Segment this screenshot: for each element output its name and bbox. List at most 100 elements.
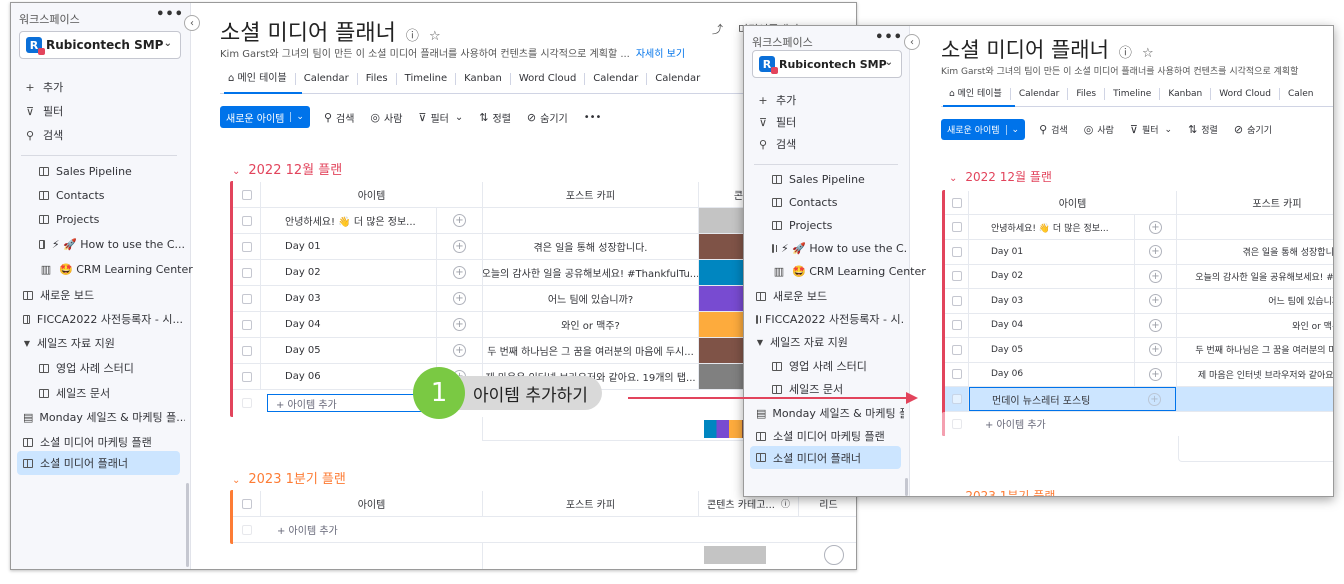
sidebar-item-case-study[interactable]: 영업 사례 스터디 xyxy=(772,358,867,374)
sidebar-item-new-board[interactable]: 새로운 보드 xyxy=(756,288,827,304)
post-copy-cell[interactable]: 오늘의 감사한 일을 공유해보세요! #ThankfulTu... xyxy=(483,260,699,285)
row-checkbox[interactable] xyxy=(241,319,252,330)
new-item-name[interactable]: 먼데이 뉴스레터 포스팅 + xyxy=(969,387,1176,411)
sidebar-scrollbar[interactable] xyxy=(186,483,189,567)
table-row[interactable]: 안녕하세요! 👋 더 많은 정보... + xyxy=(945,215,1333,240)
item-name[interactable]: Day 03 xyxy=(969,288,1135,313)
sidebar-item-ficca[interactable]: FICCA2022 사전등록자 - 시... xyxy=(756,311,904,327)
sidebar-search[interactable]: ⚲ 검색 xyxy=(23,127,63,143)
update-cell[interactable]: + xyxy=(1135,337,1177,362)
tab-timeline[interactable]: Timeline xyxy=(397,73,457,85)
table-row[interactable]: Day 05 + 두 번째 하나님은 그 꿈을 여러분의 마음 xyxy=(945,337,1333,363)
select-all-checkbox[interactable] xyxy=(241,189,252,200)
select-all-checkbox[interactable] xyxy=(951,197,962,208)
toolbar-filter[interactable]: ⊽ 필터 ⌄ xyxy=(418,110,463,125)
update-cell[interactable]: + xyxy=(1135,362,1177,386)
add-update-icon[interactable]: + xyxy=(1149,220,1162,234)
sidebar-item-projects[interactable]: Projects xyxy=(39,213,99,226)
post-copy-cell[interactable]: 겪은 일을 통해 성장합니다. xyxy=(1177,240,1333,264)
item-name[interactable]: Day 01 xyxy=(261,234,437,259)
table-row[interactable]: Day 03 + 어느 팀에 있습니까? xyxy=(945,288,1333,314)
info-icon[interactable]: ⓘ xyxy=(781,497,790,510)
add-update-icon[interactable]: + xyxy=(1149,367,1162,381)
sidebar-folder-sales-support[interactable]: ▼ 세일즈 자료 지원 xyxy=(23,335,115,351)
star-icon[interactable]: ☆ xyxy=(429,29,441,44)
sidebar-search[interactable]: ⚲ 검색 xyxy=(756,136,796,152)
sidebar-item-how-to-use[interactable]: ⚡ 🚀 How to use the C... xyxy=(772,242,906,255)
sidebar-item-contacts[interactable]: Contacts xyxy=(39,189,105,202)
sidebar-scrollbar[interactable] xyxy=(905,478,908,496)
item-name[interactable]: Day 04 xyxy=(261,312,437,337)
sidebar-item-monday-sales[interactable]: ▤ Monday 세일즈 & 마케팅 플... xyxy=(756,405,904,421)
workspace-selector[interactable]: R Rubicontech SMP ⌄ xyxy=(19,31,181,59)
add-update-icon[interactable]: + xyxy=(453,214,466,227)
item-name[interactable]: Day 02 xyxy=(969,264,1135,288)
workspace-selector[interactable]: R Rubicontech SMP ⌄ xyxy=(752,50,902,78)
row-checkbox[interactable] xyxy=(951,271,962,281)
sidebar-add[interactable]: + 추가 xyxy=(23,79,63,95)
update-cell[interactable]: + xyxy=(1135,239,1177,264)
sidebar-item-crm-learning[interactable]: ▥ 🤩 CRM Learning Center xyxy=(39,263,193,276)
add-update-icon[interactable]: + xyxy=(1149,294,1162,307)
sidebar-filter[interactable]: ⊽ 필터 xyxy=(23,103,63,119)
new-item-row[interactable]: 먼데이 뉴스레터 포스팅 + xyxy=(945,387,1333,412)
item-name[interactable]: Day 06 xyxy=(261,364,437,389)
row-checkbox[interactable] xyxy=(241,371,252,382)
add-item-input[interactable]: + 아이템 추가 xyxy=(277,517,477,542)
add-update-icon[interactable]: + xyxy=(453,318,466,331)
tab-kanban[interactable]: Kanban xyxy=(456,73,511,85)
update-cell[interactable]: + xyxy=(437,338,483,363)
info-icon[interactable]: ⓘ xyxy=(1119,46,1132,61)
sidebar-item-social-marketing[interactable]: 소셜 미디어 마케팅 플랜 xyxy=(756,428,885,444)
sidebar-item-sales-docs[interactable]: 세일즈 문서 xyxy=(39,385,110,401)
post-copy-cell[interactable]: 어느 팀에 있습니까? xyxy=(1177,289,1333,313)
item-name[interactable]: 안녕하세요! 👋 더 많은 정보... xyxy=(261,208,437,233)
item-name[interactable]: Day 05 xyxy=(261,338,437,363)
add-update-icon[interactable]: + xyxy=(1149,343,1162,356)
see-more-link[interactable]: 자세히 보기 xyxy=(636,49,685,60)
add-update-icon[interactable]: + xyxy=(1149,318,1162,332)
tab-timeline[interactable]: Timeline xyxy=(1105,88,1161,100)
item-name[interactable]: Day 03 xyxy=(261,286,437,311)
row-checkbox[interactable] xyxy=(951,295,962,306)
sidebar-item-how-to-use[interactable]: ⚡ 🚀 How to use the C... xyxy=(39,238,185,251)
chevron-down-icon[interactable]: ⌄ xyxy=(290,112,304,122)
item-name[interactable]: 안녕하세요! 👋 더 많은 정보... xyxy=(969,215,1135,239)
sidebar-item-sales-pipeline[interactable]: Sales Pipeline xyxy=(772,173,865,186)
tab-kanban[interactable]: Kanban xyxy=(1160,88,1212,100)
row-checkbox[interactable] xyxy=(241,267,252,278)
group-title-dec[interactable]: ⌄ 2022 12월 플랜 xyxy=(949,168,1052,185)
sidebar-item-monday-sales[interactable]: ▤ Monday 세일즈 & 마케팅 플... xyxy=(23,409,185,425)
star-icon[interactable]: ☆ xyxy=(1142,46,1154,61)
sidebar-item-sales-pipeline[interactable]: Sales Pipeline xyxy=(39,165,132,178)
post-copy-cell[interactable]: 제 마음은 인터넷 브라우저와 같아요. 1 xyxy=(1177,362,1333,386)
row-checkbox[interactable] xyxy=(951,369,962,379)
chevron-down-icon[interactable]: ⌄ xyxy=(1005,124,1019,135)
tab-calendar-3[interactable]: Calendar xyxy=(647,73,708,85)
tab-files[interactable]: Files xyxy=(358,73,397,85)
collapse-sidebar-icon[interactable]: ‹ xyxy=(904,34,920,50)
add-update-icon[interactable]: + xyxy=(453,266,466,279)
update-cell[interactable]: + xyxy=(1135,215,1177,239)
group-title-q1[interactable]: ⌄ 2023 1분기 플랜 xyxy=(949,487,1055,496)
tab-files[interactable]: Files xyxy=(1068,88,1106,100)
post-copy-cell[interactable]: 오늘의 감사한 일을 공유해보세요! #Th xyxy=(1177,264,1333,288)
header-item[interactable]: 아이템 xyxy=(969,191,1177,214)
update-cell[interactable]: + xyxy=(437,286,483,311)
post-copy-cell[interactable]: 와인 or 맥주? xyxy=(1177,313,1333,337)
post-copy-cell[interactable] xyxy=(1177,215,1333,239)
add-update-icon[interactable]: + xyxy=(453,344,466,357)
update-cell[interactable]: + xyxy=(437,260,483,285)
row-checkbox[interactable] xyxy=(951,344,962,355)
sidebar-add[interactable]: + 추가 xyxy=(756,92,796,108)
update-cell[interactable]: + xyxy=(1135,288,1177,313)
post-copy-cell[interactable]: 두 번째 하나님은 그 꿈을 여러분의 마음 xyxy=(1177,338,1333,362)
sidebar-item-social-marketing[interactable]: 소셜 미디어 마케팅 플랜 xyxy=(23,434,152,450)
add-item-input[interactable]: + 아이템 추가 xyxy=(985,412,1185,435)
select-all-checkbox[interactable] xyxy=(241,498,252,509)
row-checkbox[interactable] xyxy=(241,215,252,226)
tab-word-cloud[interactable]: Word Cloud xyxy=(1211,88,1280,100)
toolbar-search[interactable]: ⚲ 검색 xyxy=(324,110,354,125)
toolbar-filter[interactable]: ⊽ 필터 ⌄ xyxy=(1130,123,1172,136)
toolbar-sort[interactable]: ⇅ 정렬 xyxy=(1188,123,1218,136)
